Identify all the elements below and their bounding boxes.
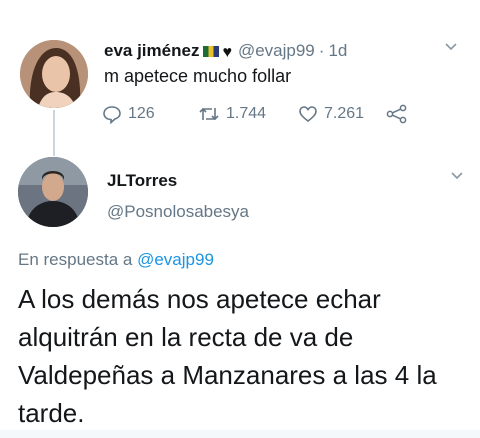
chevron-down-icon[interactable] xyxy=(450,168,464,182)
reply-author-name[interactable]: JLTorres xyxy=(107,171,177,191)
tweet-author-header[interactable]: eva jiménez ♥ @evajp99 · 1d xyxy=(104,41,347,62)
avatar-photo-eva xyxy=(20,40,88,108)
tweet-actions: 126 1.744 7.261 xyxy=(102,104,432,128)
avatar-photo-jltorres xyxy=(18,157,88,227)
avatar[interactable] xyxy=(18,157,88,227)
author-handle[interactable]: @evajp99 xyxy=(238,41,315,60)
in-reply-to-label: En respuesta a xyxy=(18,250,133,269)
avatar[interactable] xyxy=(20,40,88,108)
chevron-down-icon[interactable] xyxy=(444,39,458,53)
retweet-action[interactable]: 1.744 xyxy=(198,104,266,124)
reply-author-handle[interactable]: @Posnolosabesya xyxy=(107,202,249,222)
like-count: 7.261 xyxy=(324,105,365,122)
reply-count: 126 xyxy=(128,105,155,122)
author-name[interactable]: eva jiménez xyxy=(104,41,199,60)
reply-icon xyxy=(103,106,121,124)
tweet-timestamp[interactable]: 1d xyxy=(328,41,347,60)
share-action[interactable] xyxy=(386,104,408,124)
flag-icon xyxy=(203,46,220,57)
heart-icon: ♥ xyxy=(222,44,232,61)
like-icon xyxy=(299,106,317,123)
in-reply-to-handle[interactable]: @evajp99 xyxy=(137,250,214,269)
divider xyxy=(0,430,480,438)
reply-action[interactable]: 126 xyxy=(102,104,155,124)
in-reply-to: En respuesta a @evajp99 xyxy=(18,250,214,270)
share-icon xyxy=(386,104,407,124)
reply-text: A los demás nos apetece echar alquitrán … xyxy=(18,284,437,428)
retweet-count: 1.744 xyxy=(226,105,267,122)
retweet-icon xyxy=(199,107,219,121)
tweet-text: m apetece mucho follar xyxy=(104,66,292,86)
separator-dot: · xyxy=(318,41,325,60)
like-action[interactable]: 7.261 xyxy=(298,104,364,124)
